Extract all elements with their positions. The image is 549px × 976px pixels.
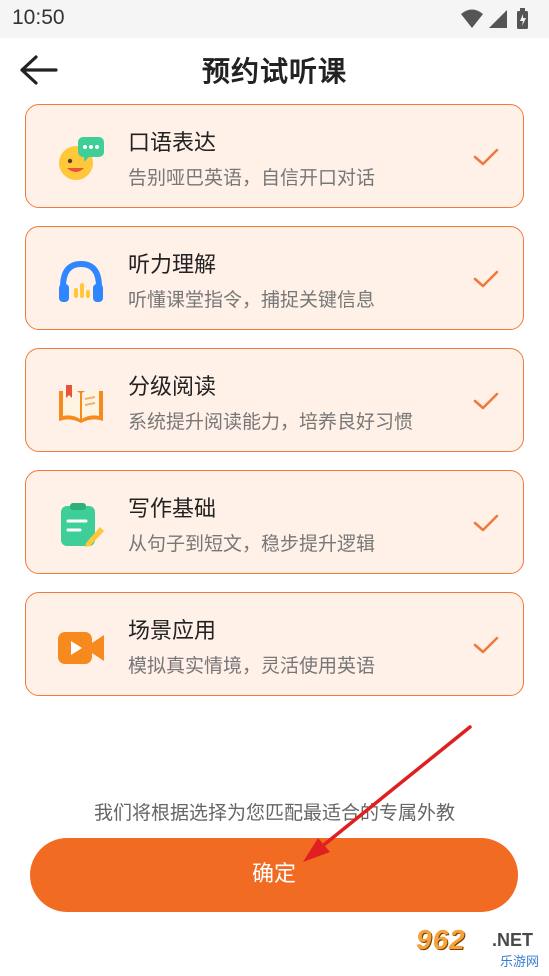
check-icon [473,514,499,532]
page-title: 预约试听课 [201,55,347,88]
watermark-sub: 乐游网 [500,955,540,970]
clipboard-pen-icon [56,501,106,551]
header: 预约试听课 [0,38,549,102]
course-title: 听力理解 [128,253,217,278]
course-title: 写作基础 [128,497,217,522]
course-subtitle: 听懂课堂指令，捕捉关键信息 [128,289,376,311]
watermark-net: .NET [492,930,534,950]
check-icon [473,148,499,166]
course-subtitle: 系统提升阅读能力，培养良好习惯 [128,411,414,433]
check-icon [473,392,499,410]
headphones-icon [56,257,106,307]
course-card-reading[interactable]: 分级阅读 系统提升阅读能力，培养良好习惯 [25,348,524,452]
status-icons [459,6,535,32]
course-card-scenario[interactable]: 场景应用 模拟真实情境，灵活使用英语 [25,592,524,696]
open-book-icon [56,379,106,429]
speech-face-icon [56,135,106,185]
course-title: 分级阅读 [128,375,217,400]
watermark-main: 962 [416,924,466,955]
match-hint-text: 我们将根据选择为您匹配最适合的专属外教 [93,802,455,824]
battery-icon [517,8,528,29]
course-subtitle: 告别哑巴英语，自信开口对话 [128,167,376,189]
video-camera-icon [56,623,106,673]
course-title: 场景应用 [128,619,217,644]
check-icon [473,270,499,288]
status-bar: 10:50 [0,0,549,38]
course-card-listening[interactable]: 听力理解 听懂课堂指令，捕捉关键信息 [25,226,524,330]
watermark-logo: 962 .NET 乐游网 [410,924,545,972]
signal-icon [489,10,507,28]
course-card-writing[interactable]: 写作基础 从句子到短文，稳步提升逻辑 [25,470,524,574]
course-subtitle: 从句子到短文，稳步提升逻辑 [128,533,376,555]
course-card-speaking[interactable]: 口语表达 告别哑巴英语，自信开口对话 [25,104,524,208]
check-icon [473,636,499,654]
course-title: 口语表达 [128,131,217,156]
wifi-icon [461,9,483,28]
status-time: 10:50 [12,6,65,29]
confirm-button[interactable]: 确定 [30,838,518,912]
course-subtitle: 模拟真实情境，灵活使用英语 [128,655,376,677]
